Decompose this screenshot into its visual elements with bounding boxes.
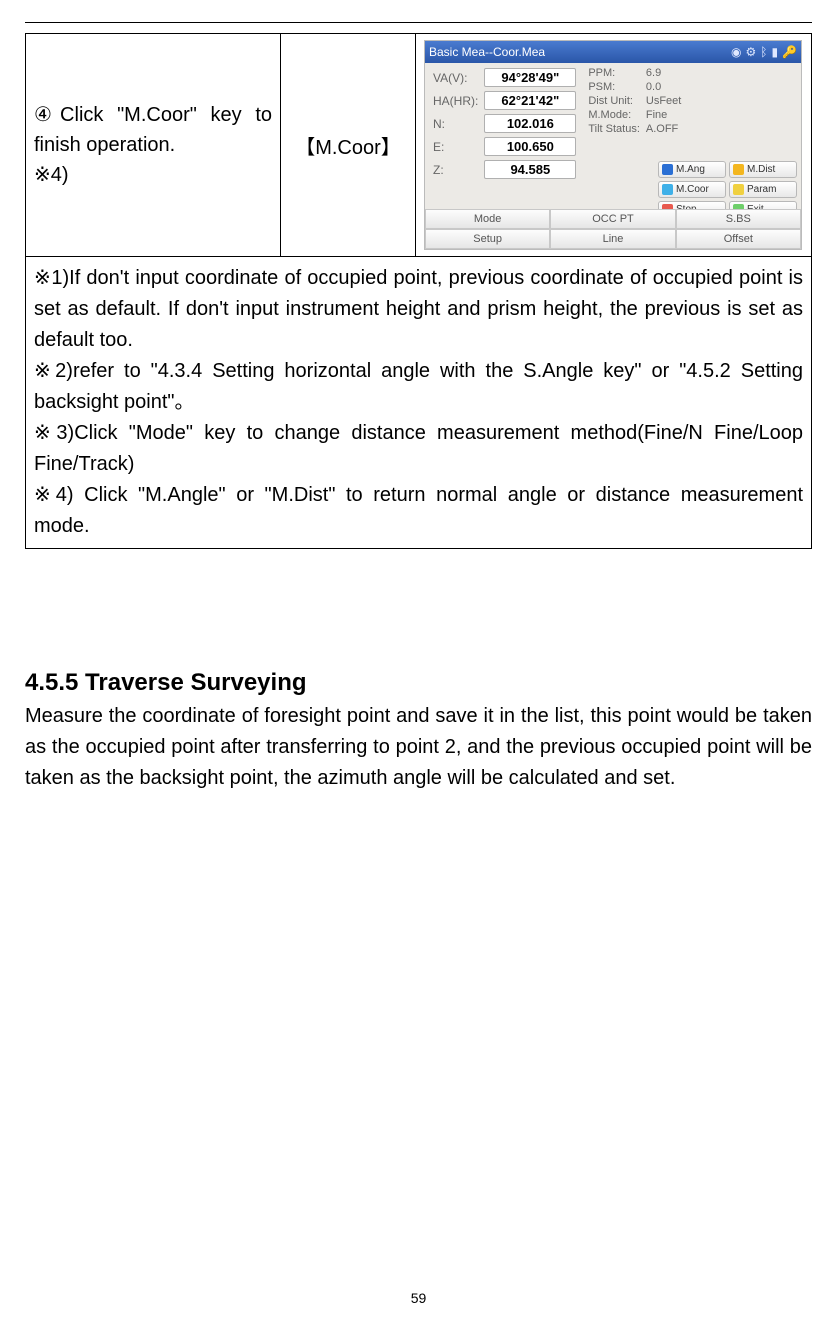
dist-value: UsFeet <box>644 95 683 107</box>
va-value: 94°28'49" <box>484 68 576 87</box>
notes-row: ※1)If don't input coordinate of occupied… <box>26 257 812 549</box>
occpt-tab[interactable]: OCC PT <box>550 209 675 229</box>
target-icon <box>662 184 673 195</box>
note-2: ※2)refer to "4.3.4 Setting horizontal an… <box>34 356 803 418</box>
gear-icon: ⚙ <box>745 45 756 59</box>
screenshot-cell: Basic Mea--Coor.Mea ◉ ⚙ ᛒ ▮ 🔑 VA(V): 94°… <box>416 34 812 257</box>
mdist-button[interactable]: M.Dist <box>729 161 797 178</box>
tilt-label: Tilt Status: <box>586 123 642 135</box>
occpt-tab-label: OCC PT <box>592 213 634 225</box>
psm-label: PSM: <box>586 81 642 93</box>
mang-label: M.Ang <box>676 164 705 175</box>
device-title: Basic Mea--Coor.Mea <box>429 45 545 59</box>
section-heading: 4.5.5 Traverse Surveying <box>25 669 812 697</box>
key-icon: 🔑 <box>782 45 797 59</box>
sbs-tab-label: S.BS <box>726 213 751 225</box>
mmode-label: M.Mode: <box>586 109 642 121</box>
note-3: ※3)Click "Mode" key to change distance m… <box>34 418 803 480</box>
key-label-cell: 【M.Coor】 <box>281 34 416 257</box>
ruler-icon <box>733 164 744 175</box>
page-top-rule <box>25 22 812 23</box>
z-label: Z: <box>431 159 480 180</box>
instruction-text: ④Click "M.Coor" key to finish operation.… <box>34 104 272 186</box>
param-label: Param <box>747 184 776 195</box>
n-label: N: <box>431 113 480 134</box>
bluetooth-icon: ᛒ <box>760 45 767 59</box>
setup-tab[interactable]: Setup <box>425 229 550 249</box>
swap-icon <box>733 184 744 195</box>
mode-tab-label: Mode <box>474 213 502 225</box>
param-button[interactable]: Param <box>729 181 797 198</box>
table-row: ④Click "M.Coor" key to finish operation.… <box>26 34 812 257</box>
offset-tab-label: Offset <box>724 233 753 245</box>
line-tab-label: Line <box>603 233 624 245</box>
mmode-value: Fine <box>644 109 683 121</box>
sbs-tab[interactable]: S.BS <box>676 209 801 229</box>
instruction-table: ④Click "M.Coor" key to finish operation.… <box>25 33 812 549</box>
readings-panel: VA(V): 94°28'49" HA(HR): 62°21'42" N: 10… <box>429 65 580 182</box>
titlebar-icon-group: ◉ ⚙ ᛒ ▮ 🔑 <box>731 45 797 59</box>
mode-tab[interactable]: Mode <box>425 209 550 229</box>
dist-label: Dist Unit: <box>586 95 642 107</box>
mang-button[interactable]: M.Ang <box>658 161 726 178</box>
ha-value: 62°21'42" <box>484 91 576 110</box>
ha-label: HA(HR): <box>431 90 480 111</box>
bottom-tabs: Mode OCC PT S.BS Setup Line Offset <box>425 209 801 249</box>
mcoor-label: M.Coor <box>676 184 709 195</box>
mdist-label: M.Dist <box>747 164 775 175</box>
line-tab[interactable]: Line <box>550 229 675 249</box>
notes-cell: ※1)If don't input coordinate of occupied… <box>26 257 812 549</box>
device-screenshot: Basic Mea--Coor.Mea ◉ ⚙ ᛒ ▮ 🔑 VA(V): 94°… <box>424 40 802 250</box>
battery-icon: ▮ <box>771 45 778 59</box>
va-label: VA(V): <box>431 67 480 88</box>
page-number: 59 <box>0 1290 837 1306</box>
note-1: ※1)If don't input coordinate of occupied… <box>34 263 803 356</box>
signal-icon: ◉ <box>731 45 741 59</box>
setup-tab-label: Setup <box>473 233 502 245</box>
ppm-label: PPM: <box>586 67 642 79</box>
offset-tab[interactable]: Offset <box>676 229 801 249</box>
instruction-cell: ④Click "M.Coor" key to finish operation.… <box>26 34 281 257</box>
device-titlebar: Basic Mea--Coor.Mea ◉ ⚙ ᛒ ▮ 🔑 <box>425 41 801 63</box>
psm-value: 0.0 <box>644 81 683 93</box>
note-4: ※4) Click "M.Angle" or "M.Dist" to retur… <box>34 480 803 542</box>
z-value: 94.585 <box>484 160 576 179</box>
e-label: E: <box>431 136 480 157</box>
key-label: 【M.Coor】 <box>295 137 401 159</box>
globe-icon <box>662 164 673 175</box>
e-value: 100.650 <box>484 137 576 156</box>
n-value: 102.016 <box>484 114 576 133</box>
ppm-value: 6.9 <box>644 67 683 79</box>
mcoor-button[interactable]: M.Coor <box>658 181 726 198</box>
tilt-value: A.OFF <box>644 123 683 135</box>
section-body: Measure the coordinate of foresight poin… <box>25 701 812 794</box>
